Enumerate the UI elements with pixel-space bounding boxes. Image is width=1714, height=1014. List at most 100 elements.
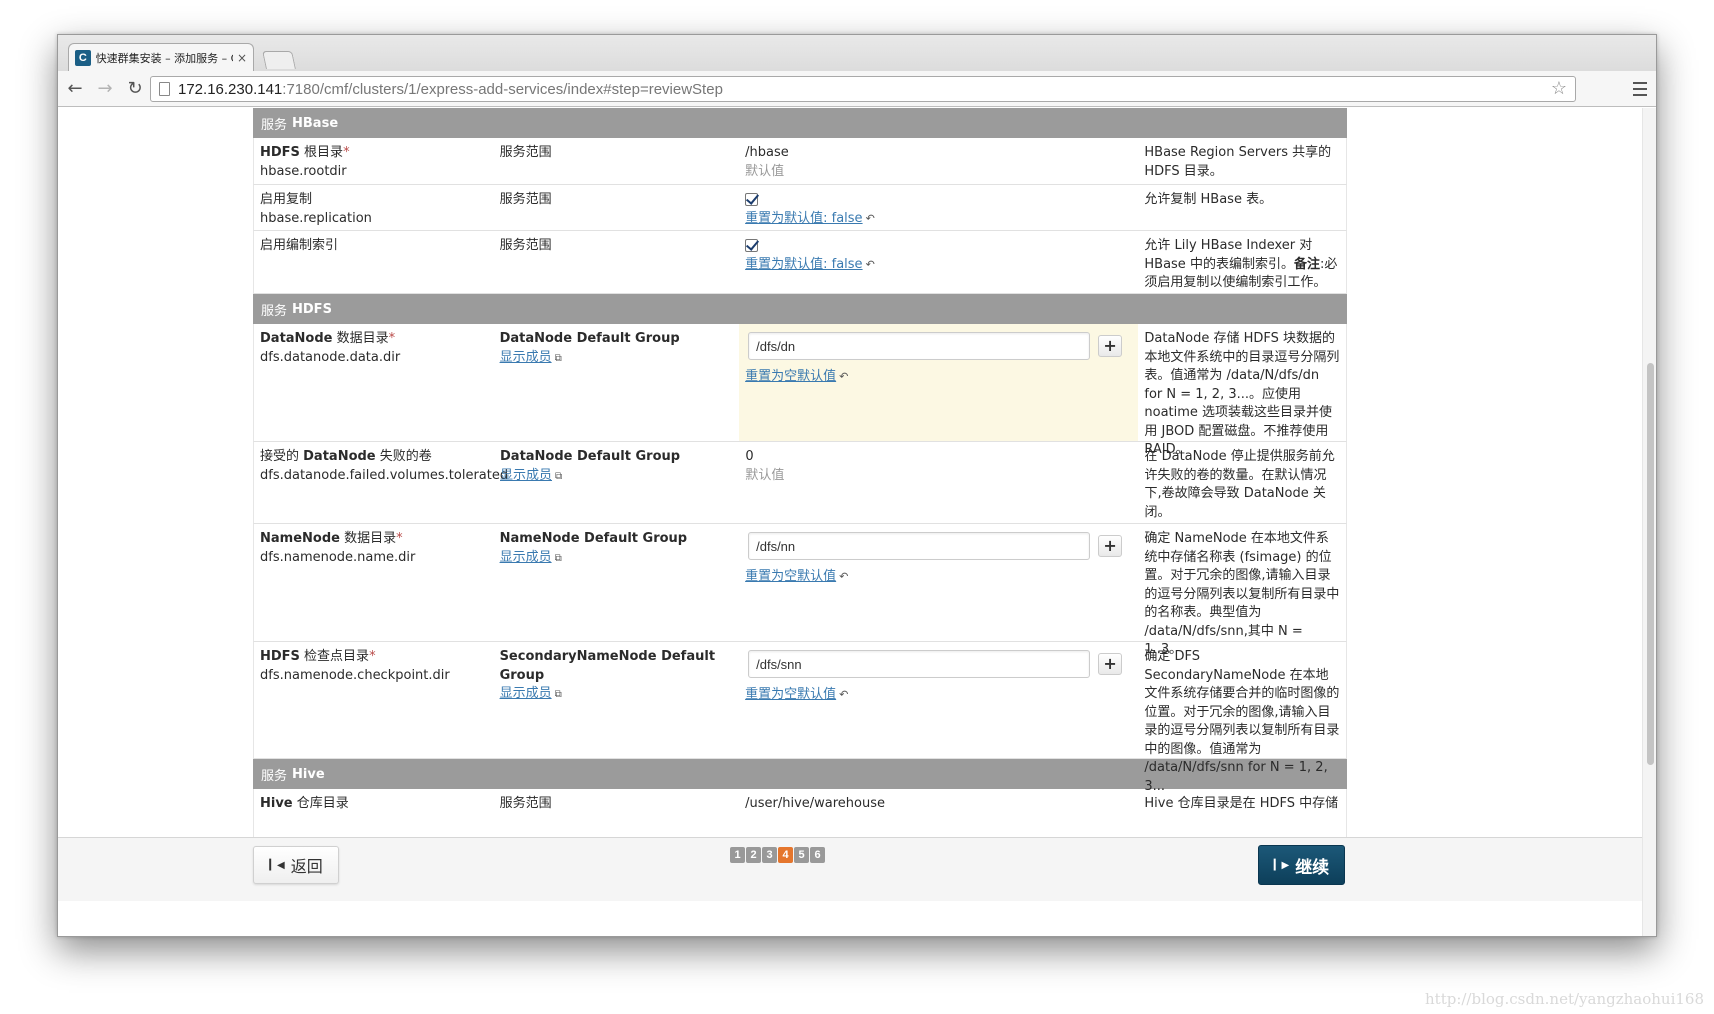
property-label: 接受的 bbox=[260, 449, 304, 464]
property-description: DataNode 存储 HDFS 块数据的本地文件系统中的目录逗号分隔列表。值通… bbox=[1144, 331, 1340, 457]
value-cell: /hbase 默认值 bbox=[739, 138, 1138, 184]
property-description: 允许 Lily HBase Indexer 对 HBase 中的表编制索引。备注… bbox=[1144, 237, 1340, 293]
replication-checkbox[interactable] bbox=[745, 193, 759, 206]
back-button[interactable]: ▎◀ 返回 bbox=[253, 846, 339, 884]
value-cell: + 重置为空默认值↶ bbox=[739, 524, 1138, 641]
property-label-bold: NameNode bbox=[260, 531, 340, 546]
page-step-6[interactable]: 6 bbox=[810, 847, 825, 863]
property-description: HBase Region Servers 共享的 HDFS 目录。 bbox=[1144, 145, 1332, 179]
datanode-data-dir-input[interactable] bbox=[748, 332, 1091, 360]
description-cell: 允许 Lily HBase Indexer 对 HBase 中的表编制索引。备注… bbox=[1138, 231, 1346, 293]
property-value: /hbase bbox=[745, 145, 789, 160]
property-label: 数据目录 bbox=[339, 531, 397, 546]
description-cell: 在 DataNode 停止提供服务前允许失败的卷的数量。在默认情况下,卷故障会导… bbox=[1138, 442, 1346, 523]
description-cell: 确定 DFS SecondaryNameNode 在本地文件系统存储要合并的临时… bbox=[1138, 642, 1346, 794]
watermark: http://blog.csdn.net/yangzhaohui168 bbox=[1425, 990, 1704, 1008]
config-row-failed-volumes: 接受的 DataNode 失败的卷 dfs.datanode.failed.vo… bbox=[253, 442, 1347, 524]
close-icon[interactable]: × bbox=[237, 51, 247, 65]
page-step-3[interactable]: 3 bbox=[762, 847, 777, 863]
scope-cell: NameNode Default Group 显示成员 ⧉ bbox=[494, 524, 740, 641]
reset-default-link[interactable]: 重置为默认值: false bbox=[745, 211, 862, 226]
address-bar[interactable]: 172.16.230.141:7180/cmf/clusters/1/expre… bbox=[150, 76, 1576, 102]
browser-tab[interactable]: C 快速群集安装 – 添加服务 – C × bbox=[68, 43, 254, 71]
description-cell: HBase Region Servers 共享的 HDFS 目录。 bbox=[1138, 138, 1346, 184]
reset-empty-default-link[interactable]: 重置为空默认值 bbox=[745, 369, 836, 384]
show-members-link[interactable]: 显示成员 bbox=[500, 550, 552, 565]
show-members-link[interactable]: 显示成员 bbox=[500, 468, 552, 483]
add-value-button[interactable]: + bbox=[1098, 335, 1123, 357]
tab-title: 快速群集安装 – 添加服务 – C bbox=[95, 51, 233, 65]
value-cell: 重置为默认值: false ↶ bbox=[739, 185, 1138, 230]
scrollbar-thumb[interactable] bbox=[1647, 363, 1654, 765]
checkpoint-dir-input[interactable] bbox=[748, 650, 1091, 678]
namenode-name-dir-input[interactable] bbox=[748, 532, 1091, 560]
bookmark-star-icon[interactable]: ☆ bbox=[1551, 78, 1567, 99]
scope-cell: 服务范围 bbox=[494, 138, 740, 184]
add-value-button[interactable]: + bbox=[1098, 535, 1123, 557]
description-cell: 允许复制 HBase 表。 bbox=[1138, 185, 1346, 230]
section-header-hdfs: 服务 HDFS bbox=[253, 294, 1347, 324]
browser-toolbar: ← → ↻ 172.16.230.141:7180/cmf/clusters/1… bbox=[58, 71, 1656, 107]
role-group-name: DataNode Default Group bbox=[500, 449, 681, 464]
role-group-name: SecondaryNameNode Default Group bbox=[499, 649, 716, 683]
step-forward-icon: ▎▶ bbox=[1273, 859, 1290, 871]
value-cell: + 重置为空默认值↶ bbox=[739, 642, 1138, 758]
required-marker: * bbox=[343, 145, 350, 160]
default-value-note: 默认值 bbox=[745, 163, 785, 179]
external-link-icon: ⧉ bbox=[554, 352, 562, 364]
property-label: 检查点目录 bbox=[299, 649, 370, 664]
required-marker: * bbox=[396, 531, 403, 546]
new-tab-button[interactable] bbox=[262, 51, 296, 69]
cloudera-favicon-icon: C bbox=[75, 49, 91, 66]
property-name-cell: HDFS 检查点目录* dfs.namenode.checkpoint.dir bbox=[254, 642, 494, 758]
step-backward-icon: ▎◀ bbox=[269, 859, 285, 871]
reload-icon[interactable]: ↻ bbox=[122, 76, 148, 102]
show-members-link[interactable]: 显示成员 bbox=[500, 686, 552, 701]
property-key: hbase.rootdir bbox=[260, 163, 347, 179]
page-step-5[interactable]: 5 bbox=[794, 847, 809, 863]
property-description: 在 DataNode 停止提供服务前允许失败的卷的数量。在默认情况下,卷故障会导… bbox=[1144, 449, 1335, 520]
property-description: 确定 DFS SecondaryNameNode 在本地文件系统存储要合并的临时… bbox=[1144, 649, 1340, 794]
property-label: 启用复制 bbox=[260, 192, 313, 207]
vertical-scrollbar[interactable] bbox=[1642, 108, 1656, 936]
url-path: :7180/cmf/clusters/1/express-add-service… bbox=[282, 80, 723, 98]
scope-cell: DataNode Default Group 显示成员 ⧉ bbox=[494, 442, 739, 523]
value-cell: 重置为默认值: false ↶ bbox=[739, 231, 1138, 293]
property-label: 失败的卷 bbox=[375, 449, 432, 464]
reset-empty-default-link[interactable]: 重置为空默认值 bbox=[745, 569, 836, 584]
indexing-checkbox[interactable] bbox=[745, 239, 759, 252]
page-step-1[interactable]: 1 bbox=[730, 847, 745, 863]
property-label-bold: DataNode bbox=[260, 331, 333, 346]
tab-bar: C 快速群集安装 – 添加服务 – C × bbox=[58, 35, 1656, 71]
page-icon bbox=[159, 82, 170, 96]
description-cell: DataNode 存储 HDFS 块数据的本地文件系统中的目录逗号分隔列表。值通… bbox=[1138, 324, 1346, 457]
property-label: 启用编制索引 bbox=[260, 238, 339, 253]
external-link-icon: ⧉ bbox=[554, 552, 562, 564]
back-arrow-icon[interactable]: ← bbox=[62, 76, 88, 102]
hamburger-menu-icon[interactable] bbox=[1630, 78, 1650, 100]
value-cell: 0 默认值 bbox=[739, 442, 1138, 523]
role-group-name: DataNode Default Group bbox=[499, 331, 680, 346]
property-label-bold: HDFS bbox=[260, 649, 300, 664]
continue-button[interactable]: ▎▶ 继续 bbox=[1258, 845, 1345, 885]
reset-empty-default-link[interactable]: 重置为空默认值 bbox=[745, 687, 836, 702]
scope-label: 服务范围 bbox=[499, 192, 552, 207]
value-cell: + 重置为空默认值↶ bbox=[739, 324, 1139, 441]
config-row-hbase-rootdir: HDFS 根目录* hbase.rootdir 服务范围 /hbase 默认值 … bbox=[253, 138, 1347, 185]
add-value-button[interactable]: + bbox=[1098, 653, 1123, 675]
reset-default-link[interactable]: 重置为默认值: false bbox=[745, 257, 862, 272]
default-value-note: 默认值 bbox=[745, 467, 785, 483]
property-key: dfs.namenode.name.dir bbox=[260, 549, 416, 565]
property-name-cell: DataNode 数据目录* dfs.datanode.data.dir bbox=[254, 324, 494, 441]
show-members-link[interactable]: 显示成员 bbox=[500, 350, 552, 365]
page-step-4[interactable]: 4 bbox=[778, 847, 793, 863]
page-step-2[interactable]: 2 bbox=[746, 847, 761, 863]
description-text: 允许 Lily HBase Indexer 对 HBase 中的表编制索引。 bbox=[1144, 238, 1313, 272]
config-row-hbase-indexing: 启用编制索引 服务范围 重置为默认值: false ↶ 允许 Lily HBase… bbox=[253, 231, 1347, 294]
external-link-icon: ⧉ bbox=[554, 689, 562, 700]
section-name: HDFS bbox=[292, 301, 332, 317]
screenshot-backdrop: C 快速群集安装 – 添加服务 – C × ← → ↻ 172.16.230.1… bbox=[0, 0, 1714, 1014]
section-header-hbase: 服务 HBase bbox=[253, 108, 1347, 138]
forward-arrow-icon[interactable]: → bbox=[92, 76, 118, 102]
scope-cell: 服务范围 bbox=[494, 185, 740, 230]
